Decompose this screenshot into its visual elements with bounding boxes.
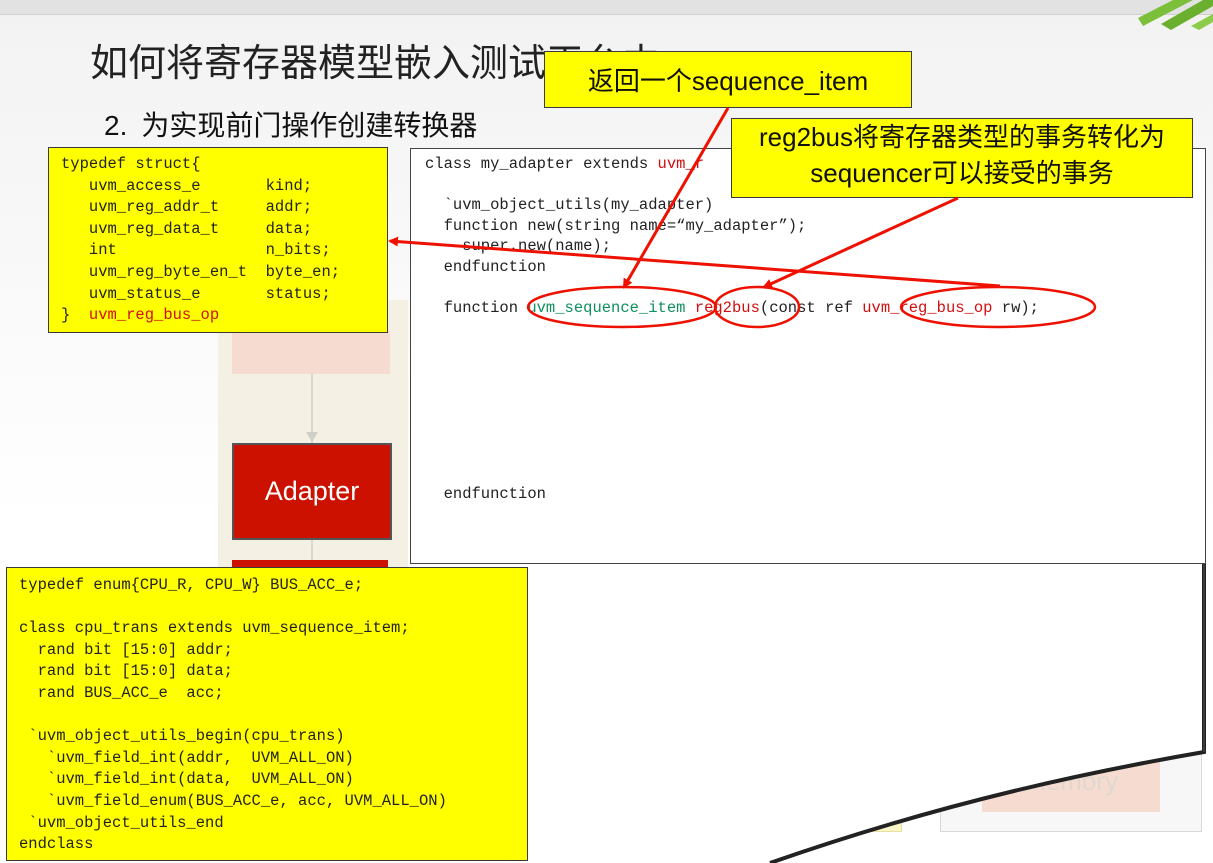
adapter-code-page: class my_adapter extends uvm_r `uvm_obje… [410,148,1206,564]
code-line: super.new(name); [425,237,612,256]
function-name: reg2bus [694,299,760,318]
callout-reg2bus-description: reg2bus将寄存器类型的事务转化为sequencer可以接受的事务 [731,118,1193,198]
code-line: `uvm_object_utils(my_adapter) [425,196,714,215]
cpu-trans-code: typedef enum{CPU_R, CPU_W} BUS_ACC_e; cl… [19,576,447,854]
cpu-trans-code-box: typedef enum{CPU_R, CPU_W} BUS_ACC_e; cl… [6,567,528,861]
argument-type: uvm_reg_bus_op [862,299,993,318]
code-line: endfunction [425,484,546,503]
adapter-code: class my_adapter extends uvm_r `uvm_obje… [425,154,1039,504]
return-type: uvm_sequence_item [527,299,686,318]
code-line: function new(string name=“my_adapter”); [425,216,807,235]
code-line: endfunction [425,257,546,276]
struct-definition-box: typedef struct{ uvm_access_e kind; uvm_r… [48,147,388,333]
callout-returns-sequence-item: 返回一个sequence_item [544,51,912,108]
struct-type-name: uvm_reg_bus_op [88,306,220,325]
struct-code: typedef struct{ uvm_access_e kind; uvm_r… [61,155,341,325]
code-line: function uvm_sequence_item reg2bus(const… [425,299,1039,318]
code-line: class my_adapter extends uvm_r [425,155,705,173]
